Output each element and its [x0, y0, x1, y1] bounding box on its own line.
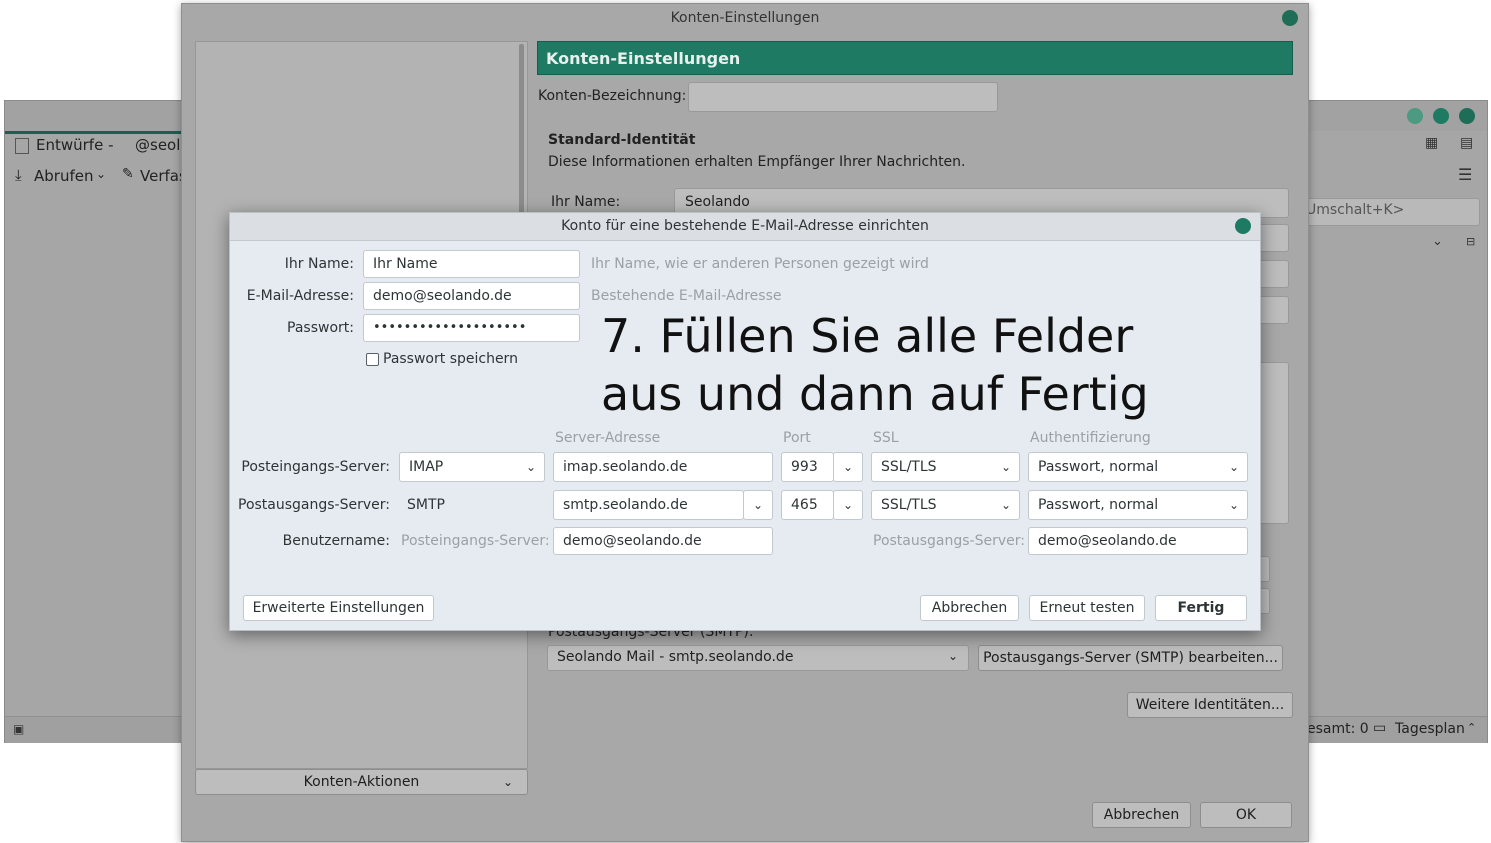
columns-icon[interactable]: ⊟ [1466, 235, 1475, 248]
account-setup-dialog: Konto für eine bestehende E-Mail-Adresse… [229, 212, 1261, 631]
retest-button[interactable]: Erneut testen [1029, 595, 1145, 621]
incoming-protocol-select[interactable]: IMAP ⌄ [399, 452, 545, 482]
today-pane-icon: ▭ [1373, 720, 1387, 736]
password-label: Passwort: [287, 320, 354, 336]
outgoing-auth-value: Passwort, normal [1038, 497, 1159, 513]
tree-scrollbar[interactable] [519, 44, 524, 234]
menu-icon[interactable]: ☰ [1458, 165, 1472, 184]
smtp-select-chevron-icon: ⌄ [947, 649, 958, 663]
email-input[interactable]: demo@seolando.de [363, 282, 580, 310]
incoming-port-chevron-icon[interactable]: ⌄ [833, 452, 863, 482]
password-input[interactable]: •••••••••••••••••••• [363, 314, 580, 342]
email-label: E-Mail-Adresse: [246, 288, 354, 304]
settings-header-bar: Konten-Einstellungen [537, 41, 1293, 75]
compose-button[interactable]: Verfas [140, 167, 187, 185]
username-incoming-input[interactable]: demo@seolando.de [553, 527, 773, 555]
incoming-port-input[interactable]: 993 [781, 452, 834, 482]
incoming-server-input[interactable]: imap.seolando.de [553, 452, 773, 482]
drafts-tab-label[interactable]: Entwürfe - [36, 136, 114, 154]
smtp-select-value: Seolando Mail - smtp.seolando.de [557, 649, 794, 665]
smtp-select[interactable]: Seolando Mail - smtp.seolando.de ⌄ [547, 645, 969, 671]
identity-description: Diese Informationen erhalten Empfänger I… [548, 154, 966, 170]
chevron-down-icon: ⌄ [1228, 498, 1239, 512]
outgoing-auth-select[interactable]: Passwort, normal ⌄ [1028, 490, 1248, 520]
maximize-dot-icon[interactable] [1433, 108, 1449, 124]
your-name-value: Seolando [685, 194, 750, 210]
more-identities-button[interactable]: Weitere Identitäten... [1127, 692, 1293, 718]
username-outgoing-input[interactable]: demo@seolando.de [1028, 527, 1248, 555]
done-button[interactable]: Fertig [1155, 595, 1247, 621]
settings-window-title: Konten-Einstellungen [670, 10, 820, 26]
fetch-chevron-icon[interactable]: ⌄ [96, 167, 106, 181]
email-hint: Bestehende E-Mail-Adresse [591, 288, 782, 304]
account-name-label: Konten-Bezeichnung: [538, 88, 687, 104]
fetch-icon[interactable]: ⤓ [15, 166, 22, 184]
remember-password-checkbox[interactable] [366, 353, 379, 366]
calendar-icon[interactable]: ▦ [1425, 135, 1438, 151]
smtp-edit-button[interactable]: Postausgangs-Server (SMTP) bearbeiten... [978, 645, 1283, 671]
activity-icon[interactable]: ▣ [13, 722, 24, 736]
identity-title: Standard-Identität [548, 132, 696, 148]
incoming-ssl-value: SSL/TLS [881, 459, 937, 475]
close-dot-icon[interactable] [1459, 108, 1475, 124]
fetch-button[interactable]: Abrufen [34, 167, 93, 185]
pencil-icon: ✎ [122, 166, 134, 182]
chevron-down-icon: ⌄ [1000, 498, 1011, 512]
quick-search-hint: Umschalt+K> [1306, 202, 1405, 218]
name-input[interactable]: Ihr Name [363, 250, 580, 278]
settings-ok-button[interactable]: OK [1200, 802, 1292, 828]
name-hint: Ihr Name, wie er anderen Personen gezeig… [591, 256, 929, 272]
dialog-cancel-button[interactable]: Abbrechen [920, 595, 1019, 621]
account-actions-button[interactable]: Konten-Aktionen ⌄ [195, 769, 528, 795]
dialog-close-icon[interactable] [1235, 218, 1251, 234]
account-actions-chevron-icon: ⌄ [502, 775, 513, 789]
col-server-header: Server-Adresse [555, 430, 661, 446]
settings-close-icon[interactable] [1282, 10, 1298, 26]
drafts-icon [15, 138, 29, 154]
settings-cancel-button[interactable]: Abbrechen [1092, 802, 1191, 828]
tasks-icon[interactable]: ▤ [1460, 135, 1473, 151]
outgoing-protocol: SMTP [407, 497, 445, 513]
outgoing-label: Postausgangs-Server: [238, 497, 390, 513]
chevron-down-icon: ⌄ [525, 460, 536, 474]
instruction-line-2: aus und dann auf Fertig [601, 367, 1149, 421]
outgoing-server-input[interactable]: smtp.seolando.de [553, 490, 744, 520]
incoming-ssl-select[interactable]: SSL/TLS ⌄ [871, 452, 1020, 482]
remember-password-label[interactable]: Passwort speichern [383, 351, 518, 367]
incoming-auth-value: Passwort, normal [1038, 459, 1159, 475]
username-label: Benutzername: [282, 533, 390, 549]
incoming-protocol-value: IMAP [409, 459, 444, 475]
account-name-input[interactable] [688, 82, 998, 112]
outgoing-ssl-value: SSL/TLS [881, 497, 937, 513]
settings-header: Konten-Einstellungen [546, 49, 741, 68]
outgoing-port-chevron-icon[interactable]: ⌄ [833, 490, 863, 520]
incoming-label: Posteingangs-Server: [241, 459, 390, 475]
col-port-header: Port [783, 430, 811, 446]
minimize-dot-icon[interactable] [1407, 108, 1423, 124]
col-ssl-header: SSL [873, 430, 899, 446]
outgoing-ssl-select[interactable]: SSL/TLS ⌄ [871, 490, 1020, 520]
username-incoming-label: Posteingangs-Server: [401, 533, 550, 549]
outgoing-port-input[interactable]: 465 [781, 490, 834, 520]
chevron-down-icon: ⌄ [1228, 460, 1239, 474]
chevron-down-icon: ⌄ [1000, 460, 1011, 474]
your-name-label: Ihr Name: [551, 194, 621, 210]
incoming-auth-select[interactable]: Passwort, normal ⌄ [1028, 452, 1248, 482]
quick-search-input[interactable]: Umschalt+K> [1305, 198, 1480, 226]
outgoing-server-chevron-icon[interactable]: ⌄ [743, 490, 773, 520]
username-outgoing-label: Postausgangs-Server: [873, 533, 1025, 549]
status-total: esamt: 0 [1307, 721, 1369, 737]
active-tab-indicator [5, 131, 183, 134]
dialog-title: Konto für eine bestehende E-Mail-Adresse… [561, 218, 929, 234]
today-pane-button[interactable]: Tagesplan [1395, 721, 1465, 737]
instruction-line-1: 7. Füllen Sie alle Felder [601, 309, 1134, 363]
col-auth-header: Authentifizierung [1030, 430, 1151, 446]
account-actions-label: Konten-Aktionen [303, 774, 420, 790]
advanced-settings-button[interactable]: Erweiterte Einstellungen [243, 595, 434, 621]
dialog-titlebar: Konto für eine bestehende E-Mail-Adresse… [230, 213, 1260, 241]
name-label: Ihr Name: [284, 256, 354, 272]
filter-chevron-icon[interactable]: ⌄ [1432, 234, 1443, 249]
today-pane-chevron-icon[interactable]: ⌃ [1467, 721, 1476, 734]
